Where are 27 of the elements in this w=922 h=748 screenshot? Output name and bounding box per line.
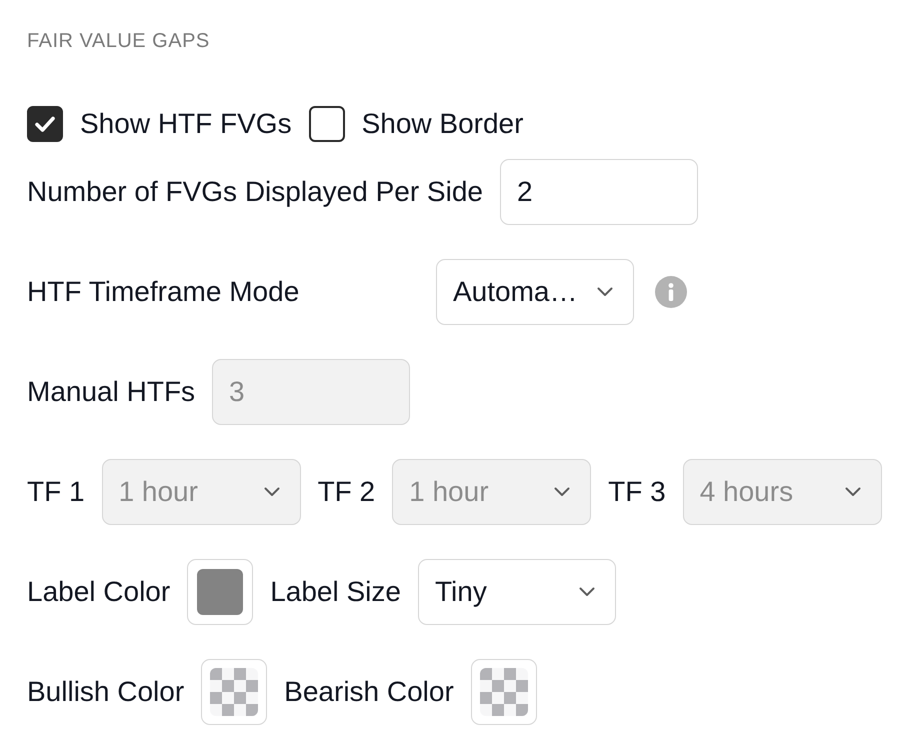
color-picker-button[interactable]	[470, 659, 537, 725]
field-label: TF 1	[27, 475, 85, 509]
info-icon[interactable]	[655, 276, 687, 308]
field-label: TF 3	[608, 475, 666, 509]
checkbox[interactable]	[308, 106, 345, 142]
chevron-down-icon	[844, 487, 861, 497]
chevron-down-icon	[597, 287, 613, 297]
field-label: TF 2	[318, 475, 376, 509]
number-field[interactable]: 2	[500, 159, 698, 225]
chevron-down-icon	[554, 487, 570, 497]
checkbox-label: Show Border	[362, 107, 524, 141]
field-label: HTF Timeframe Mode	[27, 275, 300, 309]
field-label: Manual HTFs	[27, 375, 196, 409]
chevron-down-icon	[578, 587, 595, 597]
dropdown[interactable]: Automa…	[436, 259, 634, 325]
field-label: Bearish Color	[284, 675, 454, 709]
color-picker-button[interactable]	[201, 659, 268, 725]
field-label: Label Color	[27, 575, 170, 609]
chevron-down-icon	[264, 487, 280, 497]
section-title: FAIR VALUE GAPS	[27, 29, 210, 53]
checkbox[interactable]	[27, 106, 63, 142]
field-label: Number of FVGs Displayed Per Side	[27, 175, 483, 209]
field-label: Label Size	[270, 575, 401, 609]
checkbox-label: Show HTF FVGs	[80, 107, 292, 141]
dropdown[interactable]: Tiny	[418, 559, 616, 625]
color-picker-button[interactable]	[187, 559, 254, 625]
field-label: Bullish Color	[27, 675, 184, 709]
